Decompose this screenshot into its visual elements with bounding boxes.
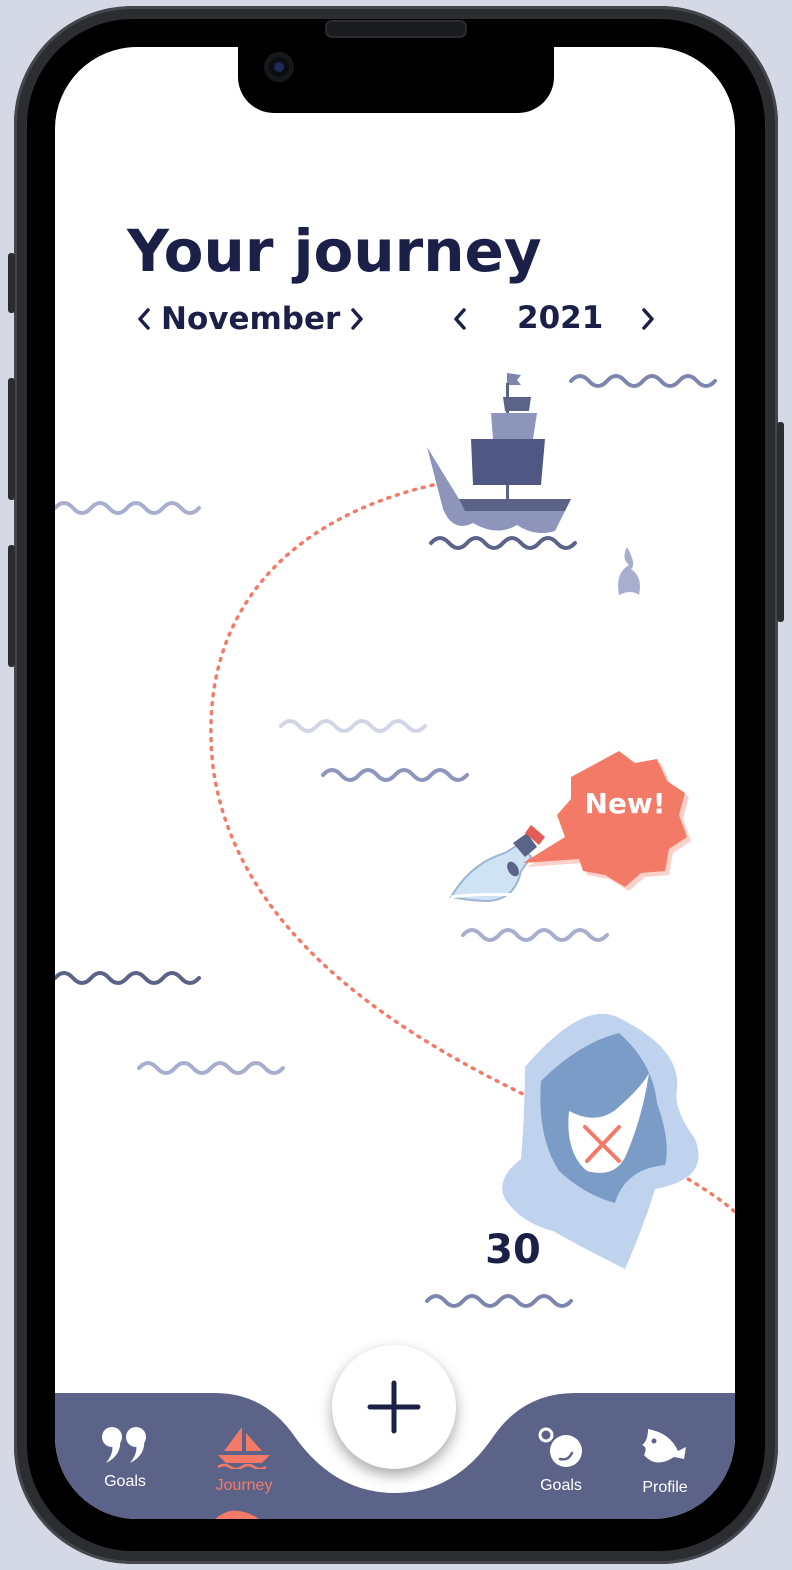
- front-camera: [264, 52, 294, 82]
- plus-icon: [367, 1380, 421, 1434]
- tab-goals-bubbles[interactable]: Goals: [511, 1425, 611, 1495]
- day-number: 30: [485, 1227, 541, 1273]
- whale-tail-icon: [618, 547, 640, 595]
- tab-profile-label: Profile: [642, 1479, 688, 1496]
- side-button-volume-down: [8, 545, 15, 667]
- tab-journey[interactable]: Journey: [194, 1425, 294, 1495]
- add-entry-button[interactable]: [332, 1345, 456, 1469]
- ship-icon: [427, 373, 571, 533]
- message-bottle-icon: [449, 825, 545, 903]
- new-badge-label: New!: [584, 787, 666, 820]
- tab-goals-quotes[interactable]: Goals: [75, 1425, 175, 1491]
- wave-icon: [569, 374, 717, 388]
- wave-icon: [55, 501, 201, 515]
- wave-icon: [425, 1294, 573, 1308]
- wave-icon: [279, 719, 427, 733]
- fish-icon: [642, 1429, 686, 1463]
- wave-icon: [429, 536, 577, 550]
- wave-icon: [321, 768, 469, 782]
- tab-profile[interactable]: Profile: [615, 1425, 715, 1497]
- speaker-grille: [325, 20, 467, 38]
- side-button-mute: [8, 253, 15, 313]
- quote-icon: [102, 1427, 146, 1463]
- journey-map: [55, 373, 735, 1308]
- wave-icon: [137, 1061, 285, 1075]
- bubbles-icon: [538, 1427, 582, 1467]
- tab-goals-quotes-label: Goals: [104, 1473, 146, 1490]
- sailboat-icon: [217, 1427, 270, 1471]
- side-button-volume-up: [8, 378, 15, 500]
- wave-icon: [55, 971, 201, 985]
- tab-journey-label: Journey: [215, 1477, 273, 1494]
- screen: Your journey November 2021 New! 30 Goals…: [55, 47, 735, 1519]
- side-button-power: [777, 422, 784, 622]
- tab-goals-bubbles-label: Goals: [540, 1477, 582, 1494]
- wave-icon: [461, 928, 609, 942]
